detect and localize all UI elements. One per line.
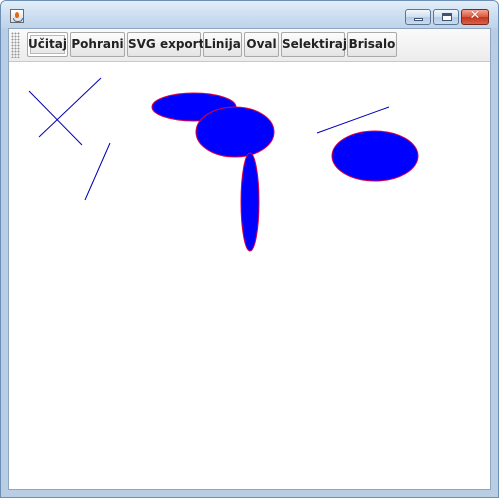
select-tool-button[interactable]: Selektiraj [281,32,347,57]
drawing-canvas[interactable] [9,62,490,489]
title-bar[interactable]: ✕ [1,1,498,28]
oval-shape[interactable] [240,152,260,252]
minimize-button[interactable] [405,9,431,25]
oval-tool-button[interactable]: Oval [244,32,279,57]
toolbar-grip[interactable] [11,32,20,58]
drawing-surface [28,77,419,252]
maximize-icon [442,13,452,21]
maximize-button[interactable] [433,9,459,25]
minimize-icon [414,18,423,21]
svg-export-button[interactable]: SVG export [127,32,204,57]
client-area: Učitaj Pohrani SVG export Linija Oval Se… [8,28,491,490]
eraser-tool-button[interactable]: Brisalo [347,32,397,57]
line-shape[interactable] [84,142,111,201]
save-button[interactable]: Pohrani [70,32,125,57]
load-button[interactable]: Učitaj [27,32,68,57]
oval-shape[interactable] [195,106,275,158]
line-shape[interactable] [28,90,83,146]
java-cup-icon[interactable] [10,9,24,23]
line-tool-button[interactable]: Linija [203,32,242,57]
line-shape[interactable] [316,106,390,134]
oval-shape[interactable] [331,130,419,182]
line-shape[interactable] [38,77,102,138]
close-button[interactable]: ✕ [461,8,489,25]
close-icon: ✕ [469,8,481,23]
app-window: ✕ Učitaj Pohrani SVG export Linija Oval … [0,0,499,498]
ovals-layer [151,92,419,252]
toolbar: Učitaj Pohrani SVG export Linija Oval Se… [9,29,490,62]
